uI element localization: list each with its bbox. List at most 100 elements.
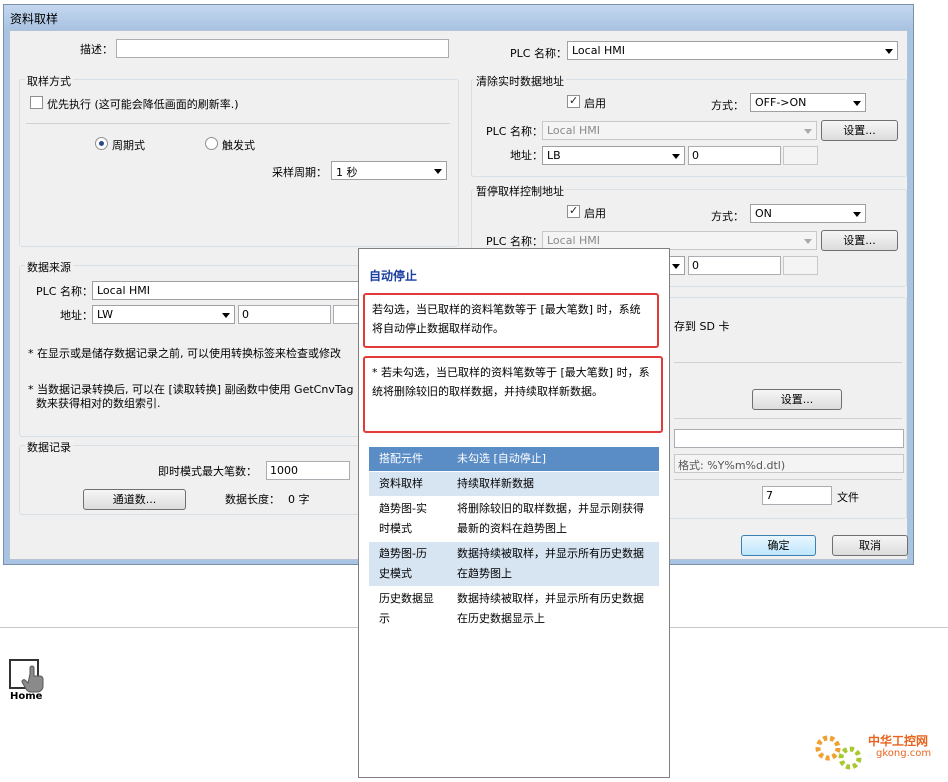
home-label: Home — [10, 691, 43, 702]
table-header-row: 搭配元件 未勾选 [自动停止] — [369, 447, 659, 472]
source-note-1: * 在显示或是储存数据记录之前, 可以使用转换标签来检查或修改 — [28, 347, 341, 360]
clear-settings-button[interactable]: 设置... — [821, 120, 898, 141]
popup-title: 自动停止 — [369, 269, 418, 283]
pause-enable-label: 启用 — [584, 207, 606, 220]
pause-mode-label: 方式： — [711, 210, 744, 223]
periodic-label: 周期式 — [112, 139, 145, 152]
period-value: 1 秒 — [336, 166, 358, 179]
clear-mode-label: 方式： — [711, 99, 744, 112]
clear-addr-label: 地址： — [510, 149, 543, 162]
chevron-down-icon — [434, 169, 442, 174]
source-addr-label: 地址： — [60, 309, 93, 322]
source-plc-value: Local HMI — [97, 284, 151, 297]
period-select[interactable]: 1 秒 — [331, 161, 447, 180]
plc-name-label: PLC 名称： — [510, 47, 567, 60]
data-length-value: 0 字 — [288, 493, 310, 506]
pause-addr-input[interactable]: 0 — [688, 256, 781, 275]
chevron-down-icon — [804, 129, 812, 134]
table-cell: 持续取样新数据 — [447, 471, 659, 497]
popup-note-checked: 若勾选，当已取样的资料笔数等于 [最大笔数] 时，系统将自动停止数据取样动作。 — [363, 293, 659, 348]
description-input[interactable] — [116, 39, 449, 58]
table-cell: 资料取样 — [369, 471, 447, 497]
pause-address-label: 暂停取样控制地址 — [474, 183, 566, 199]
chevron-down-icon — [222, 313, 230, 318]
popup-note-unchecked: * 若未勾选，当已取样的资料笔数等于 [最大笔数] 时，系统将删除较旧的取样数据… — [363, 356, 663, 433]
max-count-input[interactable]: 1000 — [266, 461, 350, 480]
source-plc-select[interactable]: Local HMI — [92, 281, 372, 300]
channels-button[interactable]: 通道数... — [83, 489, 186, 510]
auto-stop-help-popup: 自动停止 若勾选，当已取样的资料笔数等于 [最大笔数] 时，系统将自动停止数据取… — [358, 248, 670, 778]
table-cell: 历史数据显示 — [369, 586, 447, 632]
clear-enable-checkbox[interactable] — [567, 94, 580, 108]
priority-checkbox[interactable] — [30, 96, 43, 109]
pause-enable-checkbox[interactable] — [567, 204, 580, 218]
table-header-cell: 未勾选 [自动停止] — [447, 447, 659, 472]
table-header-cell: 搭配元件 — [369, 447, 447, 472]
source-plc-label: PLC 名称： — [36, 285, 93, 298]
plc-name-select[interactable]: Local HMI — [567, 41, 898, 60]
chevron-down-icon — [672, 154, 680, 159]
clear-addr-input[interactable]: 0 — [688, 146, 781, 165]
pause-plc-label: PLC 名称： — [486, 235, 543, 248]
filename-format-field: 格式: %Y%m%d.dtl) — [674, 454, 904, 473]
behavior-table: 搭配元件 未勾选 [自动停止] 资料取样 持续取样新数据 趋势图-实时模式 将删… — [369, 447, 659, 632]
table-cell: 趋势图-实时模式 — [369, 496, 447, 542]
watermark: 中华工控网 gkong.com — [810, 726, 940, 776]
clear-addr-extra — [783, 146, 818, 165]
pause-mode-select[interactable]: ON — [750, 204, 866, 223]
clear-mode-value: OFF->ON — [755, 96, 807, 109]
clear-addr-type: LB — [547, 149, 561, 162]
clear-plc-label: PLC 名称： — [486, 125, 543, 138]
trigger-label: 触发式 — [222, 139, 255, 152]
data-record-label: 数据记录 — [25, 439, 73, 455]
clear-address-label: 清除实时数据地址 — [474, 73, 566, 89]
chevron-down-icon — [853, 212, 861, 217]
source-addr-type: LW — [97, 308, 113, 321]
table-cell: 将删除较旧的取样数据，并显示刚获得最新的资料在趋势图上 — [447, 496, 659, 542]
chevron-down-icon — [804, 239, 812, 244]
folder-name-input[interactable] — [674, 429, 904, 448]
dialog-title: 资料取样 — [4, 5, 913, 29]
source-addr-type-select[interactable]: LW — [92, 305, 235, 324]
cancel-button[interactable]: 取消 — [832, 535, 908, 556]
home-icon — [9, 659, 44, 693]
source-note-2b: 数来获得相对的数组索引. — [36, 397, 161, 410]
description-label: 描述： — [80, 43, 113, 56]
pause-addr-extra — [783, 256, 818, 275]
divider — [26, 123, 450, 124]
periodic-radio[interactable] — [95, 137, 108, 150]
ok-button[interactable]: 确定 — [741, 535, 816, 556]
max-count-label: 即时模式最大笔数： — [158, 465, 257, 478]
clear-plc-select[interactable]: Local HMI — [542, 121, 817, 140]
data-length-label: 数据长度： — [225, 493, 280, 506]
source-addr-input[interactable]: 0 — [238, 305, 331, 324]
chevron-down-icon — [853, 101, 861, 106]
clear-addr-type-select[interactable]: LB — [542, 146, 685, 165]
storage-settings-button[interactable]: 设置... — [752, 389, 842, 410]
table-row: 趋势图-实时模式 将删除较旧的取样数据，并显示刚获得最新的资料在趋势图上 — [369, 496, 659, 542]
divider — [674, 418, 902, 419]
priority-label: 优先执行 (这可能会降低画面的刷新率.) — [47, 98, 239, 111]
pause-plc-value: Local HMI — [547, 234, 601, 247]
save-sd-label: 存到 SD 卡 — [674, 320, 730, 333]
trigger-radio[interactable] — [205, 137, 218, 150]
clear-mode-select[interactable]: OFF->ON — [750, 93, 866, 112]
table-row: 资料取样 持续取样新数据 — [369, 471, 659, 497]
divider — [674, 362, 902, 363]
table-row: 趋势图-历史模式 数据持续被取样，并显示所有历史数据在趋势图上 — [369, 541, 659, 587]
data-source-label: 数据来源 — [25, 259, 73, 275]
plc-name-value: Local HMI — [572, 44, 626, 57]
table-cell: 数据持续被取样，并显示所有历史数据在趋势图上 — [447, 541, 659, 587]
pause-settings-button[interactable]: 设置... — [821, 230, 898, 251]
clear-enable-label: 启用 — [584, 97, 606, 110]
chevron-down-icon — [672, 264, 680, 269]
home-link[interactable]: Home — [8, 658, 54, 704]
files-label: 文件 — [837, 491, 859, 504]
gear-icon — [815, 735, 862, 770]
files-count-input[interactable]: 7 — [762, 486, 832, 505]
table-cell: 趋势图-历史模式 — [369, 541, 447, 587]
table-row: 历史数据显示 数据持续被取样，并显示所有历史数据在历史数据显示上 — [369, 586, 659, 632]
watermark-cn: 中华工控网 — [868, 734, 929, 748]
watermark-url: gkong.com — [876, 748, 932, 759]
sampling-mode-label: 取样方式 — [25, 73, 73, 89]
